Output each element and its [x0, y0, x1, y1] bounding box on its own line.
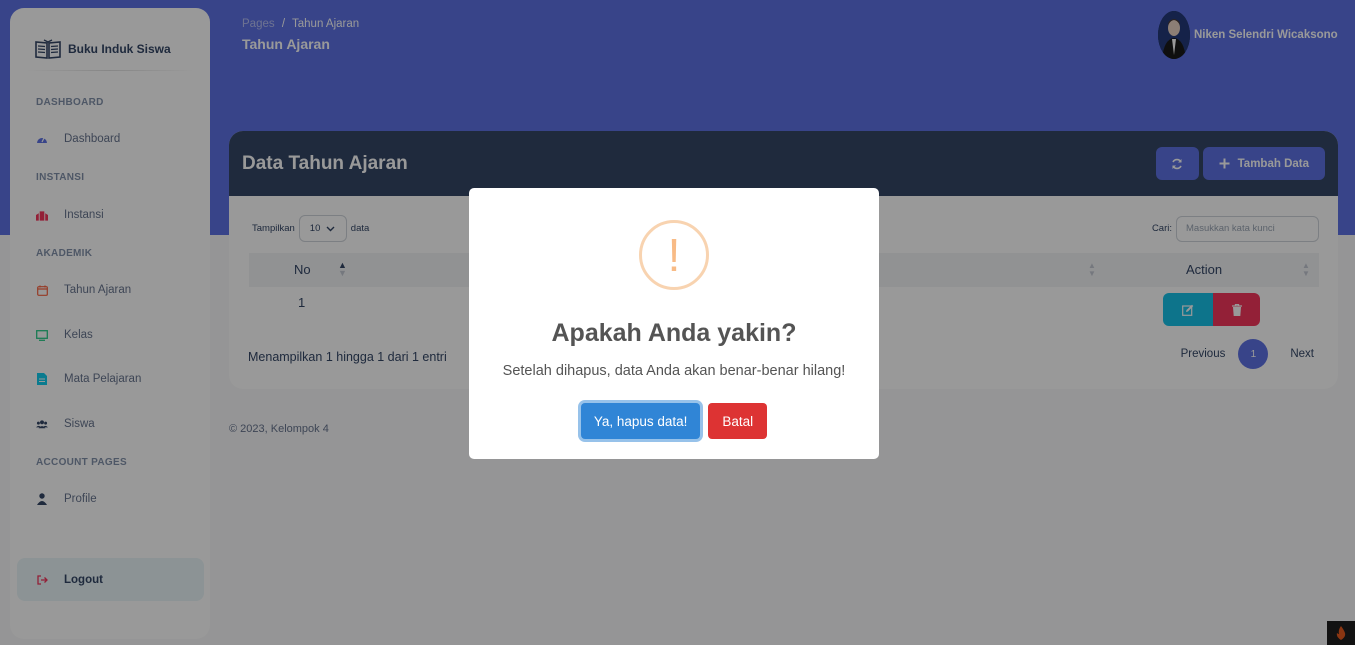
warning-icon: !	[639, 220, 709, 290]
confirm-delete-button[interactable]: Ya, hapus data!	[580, 403, 701, 439]
confirm-dialog: ! Apakah Anda yakin? Setelah dihapus, da…	[469, 188, 879, 459]
cancel-button[interactable]: Batal	[708, 403, 768, 439]
dialog-message: Setelah dihapus, data Anda akan benar-be…	[502, 363, 846, 379]
dialog-title: Apakah Anda yakin?	[551, 319, 797, 347]
